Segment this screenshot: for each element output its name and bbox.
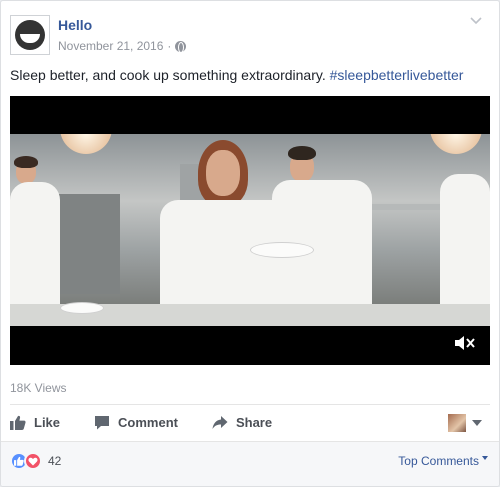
ceiling-lamp (430, 134, 482, 154)
action-bar: Like Comment Share (10, 407, 490, 437)
comment-label: Comment (118, 414, 178, 430)
chevron-down-icon[interactable] (468, 13, 484, 29)
post-caption: Sleep better, and cook up something extr… (10, 67, 463, 83)
caret-down-icon[interactable] (472, 420, 482, 426)
comment-icon (95, 415, 110, 429)
reaction-count: 42 (48, 454, 62, 468)
caption-text: Sleep better, and cook up something extr… (10, 67, 326, 83)
like-label: Like (34, 414, 61, 430)
share-button[interactable]: Share (212, 415, 272, 430)
video-frame (10, 134, 490, 326)
caret-down-icon (482, 456, 488, 460)
post-date[interactable]: November 21, 2016 (58, 39, 163, 53)
divider (10, 404, 490, 405)
reactions-footer: 42 Top Comments (1, 441, 499, 486)
video-player[interactable] (10, 96, 490, 365)
meta-separator: · (167, 39, 172, 53)
page-name-link[interactable]: Hello (58, 17, 92, 33)
profile-thumbnail[interactable] (448, 414, 466, 432)
share-label: Share (235, 414, 273, 430)
view-count: 18K Views (10, 381, 67, 395)
mute-icon[interactable] (454, 335, 476, 351)
plate (60, 302, 104, 314)
love-reaction-icon (24, 452, 42, 470)
hello-logo-icon (15, 20, 45, 50)
post-meta: November 21, 2016 · (58, 39, 187, 53)
comment-button[interactable]: Comment (94, 415, 178, 430)
ceiling-lamp (60, 134, 112, 154)
share-arrow-icon (212, 415, 228, 429)
post-card: Hello November 21, 2016 · Sleep better, … (0, 0, 500, 487)
hashtag-link[interactable]: #sleepbetterlivebetter (330, 67, 464, 83)
thumbs-up-icon (10, 415, 26, 430)
top-comments-dropdown[interactable]: Top Comments (398, 454, 488, 468)
post-header: Hello November 21, 2016 · (10, 11, 490, 57)
page-avatar[interactable] (10, 15, 50, 55)
top-comments-label: Top Comments (398, 454, 479, 468)
reaction-summary[interactable]: 42 (10, 452, 61, 470)
like-button[interactable]: Like (10, 415, 60, 430)
plate (250, 242, 314, 258)
globe-icon (175, 40, 187, 53)
